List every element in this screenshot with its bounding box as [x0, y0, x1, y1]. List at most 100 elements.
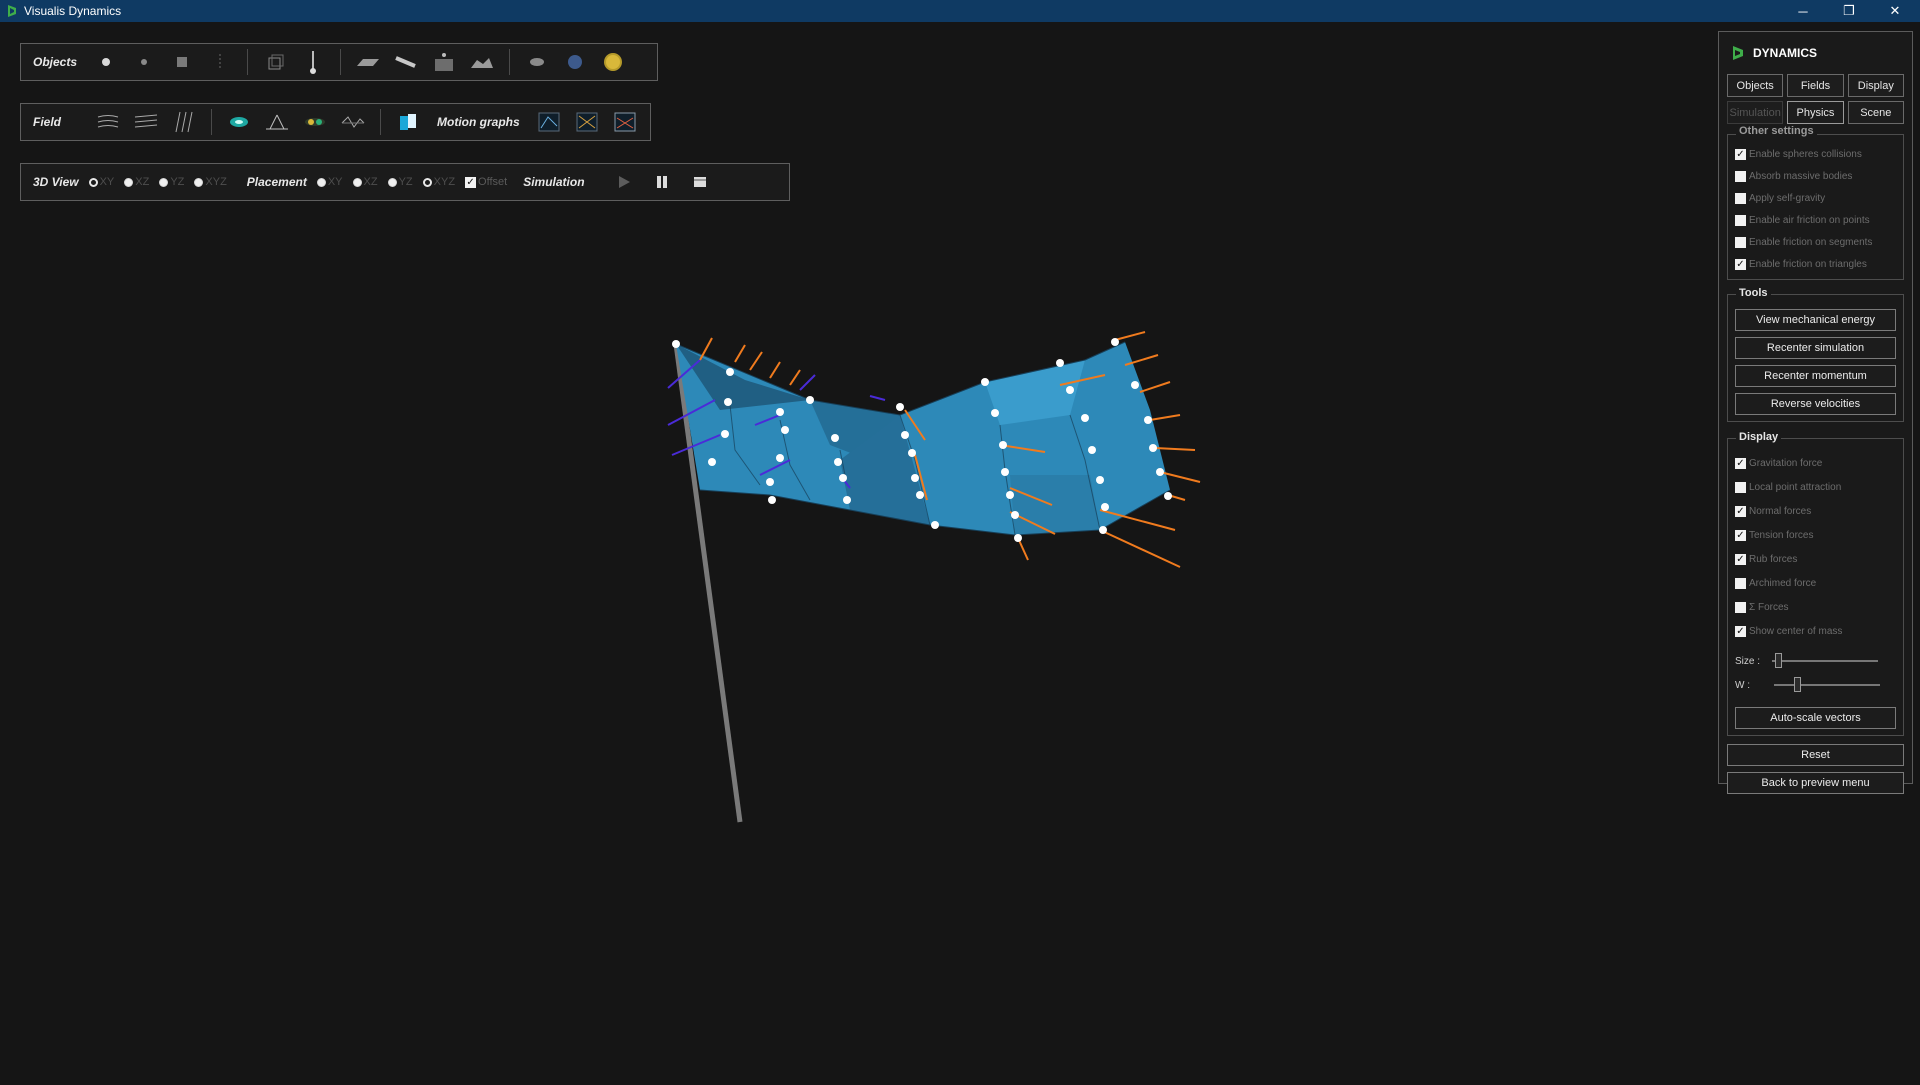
radio-label: XYZ [433, 176, 456, 188]
placement-label: Placement [246, 175, 307, 189]
dynamics-panel: DYNAMICS Objects Fields Display Simulati… [1718, 31, 1913, 794]
wave-field-icon[interactable] [338, 108, 368, 136]
size-slider-thumb[interactable] [1775, 653, 1783, 668]
graph-velocity-icon[interactable] [572, 108, 602, 136]
placement-radio-xy[interactable]: XY [316, 176, 343, 188]
checkbox-air-friction[interactable]: Enable air friction on points [1728, 209, 1903, 231]
plane-icon[interactable] [353, 48, 383, 76]
checkbox-box [1735, 481, 1746, 493]
3d-view-label: 3D View [33, 175, 79, 189]
3d-viewport[interactable] [0, 210, 1700, 1080]
checkbox-label: Gravitation force [1749, 457, 1823, 469]
restore-button[interactable]: ❐ [1826, 0, 1872, 22]
display-section: Display ✓ Gravitation force Local point a… [1727, 431, 1904, 736]
field-lines-curved-icon[interactable] [93, 108, 123, 136]
separator [211, 109, 213, 135]
motion-graphs-label: Motion graphs [437, 115, 520, 129]
close-button[interactable]: ✕ [1872, 0, 1918, 22]
disk-icon[interactable] [522, 48, 552, 76]
radio-label: YZ [398, 176, 413, 188]
cube-icon[interactable] [167, 48, 197, 76]
view-radio-xz[interactable]: XZ [124, 176, 149, 188]
tab-physics[interactable]: Physics [1787, 101, 1844, 124]
mass-point [1144, 416, 1152, 424]
w-slider-thumb[interactable] [1794, 677, 1801, 692]
cloth-icon[interactable] [429, 48, 459, 76]
cylinder-icon[interactable] [391, 48, 421, 76]
field-lines-parallel-icon[interactable] [131, 108, 161, 136]
tab-display[interactable]: Display [1847, 74, 1904, 97]
checkbox-box: ✓ [1735, 258, 1746, 270]
other-settings-section: Other settings ✓ Enable spheres collision… [1727, 125, 1904, 280]
objects-toolbar: Objects [20, 43, 658, 81]
stop-icon[interactable] [685, 168, 715, 196]
mass-point [726, 368, 734, 376]
checkbox-center-of-mass[interactable]: ✓ Show center of mass [1728, 619, 1903, 643]
checkbox-friction-triangles[interactable]: ✓ Enable friction on triangles [1728, 253, 1903, 275]
checkbox-absorb-massive[interactable]: Absorb massive bodies [1728, 165, 1903, 187]
pendulum-icon[interactable] [298, 48, 328, 76]
auto-scale-vectors-button[interactable]: Auto-scale vectors [1735, 707, 1896, 729]
planet-icon[interactable] [560, 48, 590, 76]
radio-label: XZ [363, 176, 378, 188]
checkbox-archimed-force[interactable]: Archimed force [1728, 571, 1903, 595]
tab-simulation[interactable]: Simulation [1727, 101, 1784, 124]
sphere-small-icon[interactable] [91, 48, 121, 76]
w-slider[interactable] [1774, 677, 1880, 692]
graph-phase-icon[interactable] [610, 108, 640, 136]
w-slider-row: W : [1728, 673, 1903, 697]
recenter-momentum-button[interactable]: Recenter momentum [1735, 365, 1896, 387]
checkbox-sum-forces[interactable]: Σ Forces [1728, 595, 1903, 619]
wireframe-cube-icon[interactable] [260, 48, 290, 76]
checkbox-label: Enable friction on triangles [1749, 258, 1867, 270]
potential-peak-icon[interactable] [262, 108, 292, 136]
radio-label: XZ [135, 176, 150, 188]
minimize-button[interactable]: ─ [1780, 0, 1826, 22]
tension-arrow [734, 344, 746, 363]
terrain-icon[interactable] [467, 48, 497, 76]
mass-point [1096, 476, 1104, 484]
placement-radio-xyz[interactable]: XYZ [422, 176, 456, 188]
size-slider[interactable] [1772, 653, 1879, 668]
back-to-preview-button[interactable]: Back to preview menu [1727, 772, 1904, 794]
field-toolbar: Field Motion graphs [20, 103, 651, 141]
checkbox-box: ✓ [1735, 529, 1746, 541]
reverse-velocities-button[interactable]: Reverse velocities [1735, 393, 1896, 415]
offset-checkbox[interactable]: ✓ Offset [465, 176, 507, 188]
view-radio-yz[interactable]: YZ [159, 176, 184, 188]
checkbox-rub-forces[interactable]: ✓ Rub forces [1728, 547, 1903, 571]
checkbox-tension-forces[interactable]: ✓ Tension forces [1728, 523, 1903, 547]
view-radio-xyz[interactable]: XYZ [194, 176, 227, 188]
recenter-simulation-button[interactable]: Recenter simulation [1735, 337, 1896, 359]
sun-icon[interactable] [598, 48, 628, 76]
tab-objects[interactable]: Objects [1727, 74, 1784, 97]
pause-icon[interactable] [647, 168, 677, 196]
gradient-field-icon[interactable] [393, 108, 423, 136]
radio-dot [159, 177, 169, 187]
checkbox-label: Archimed force [1749, 577, 1817, 589]
play-icon[interactable] [609, 168, 639, 196]
size-label: Size : [1735, 655, 1761, 667]
checkbox-friction-segments[interactable]: Enable friction on segments [1728, 231, 1903, 253]
view-radio-xy[interactable]: XY [88, 176, 114, 188]
graph-position-icon[interactable] [534, 108, 564, 136]
view-mechanical-energy-button[interactable]: View mechanical energy [1735, 309, 1896, 331]
reset-button[interactable]: Reset [1727, 744, 1904, 766]
tab-fields[interactable]: Fields [1787, 74, 1844, 97]
dotted-line-icon[interactable] [205, 48, 235, 76]
checkbox-local-point-attraction[interactable]: Local point attraction [1728, 475, 1903, 499]
glow-field-icon[interactable] [224, 108, 254, 136]
point-icon[interactable] [129, 48, 159, 76]
mass-point [1014, 534, 1022, 542]
checkbox-gravitation-force[interactable]: ✓ Gravitation force [1728, 451, 1903, 475]
placement-radio-yz[interactable]: YZ [387, 176, 413, 188]
checkbox-spheres-collisions[interactable]: ✓ Enable spheres collisions [1728, 143, 1903, 165]
checkbox-self-gravity[interactable]: Apply self-gravity [1728, 187, 1903, 209]
dipole-field-icon[interactable] [300, 108, 330, 136]
placement-radio-xz[interactable]: XZ [352, 176, 378, 188]
view-radio-group: XY XZ YZ XYZ [88, 176, 237, 188]
tab-scene[interactable]: Scene [1847, 101, 1904, 124]
panel-header: DYNAMICS [1719, 32, 1912, 74]
checkbox-normal-forces[interactable]: ✓ Normal forces [1728, 499, 1903, 523]
field-lines-vertical-icon[interactable] [169, 108, 199, 136]
